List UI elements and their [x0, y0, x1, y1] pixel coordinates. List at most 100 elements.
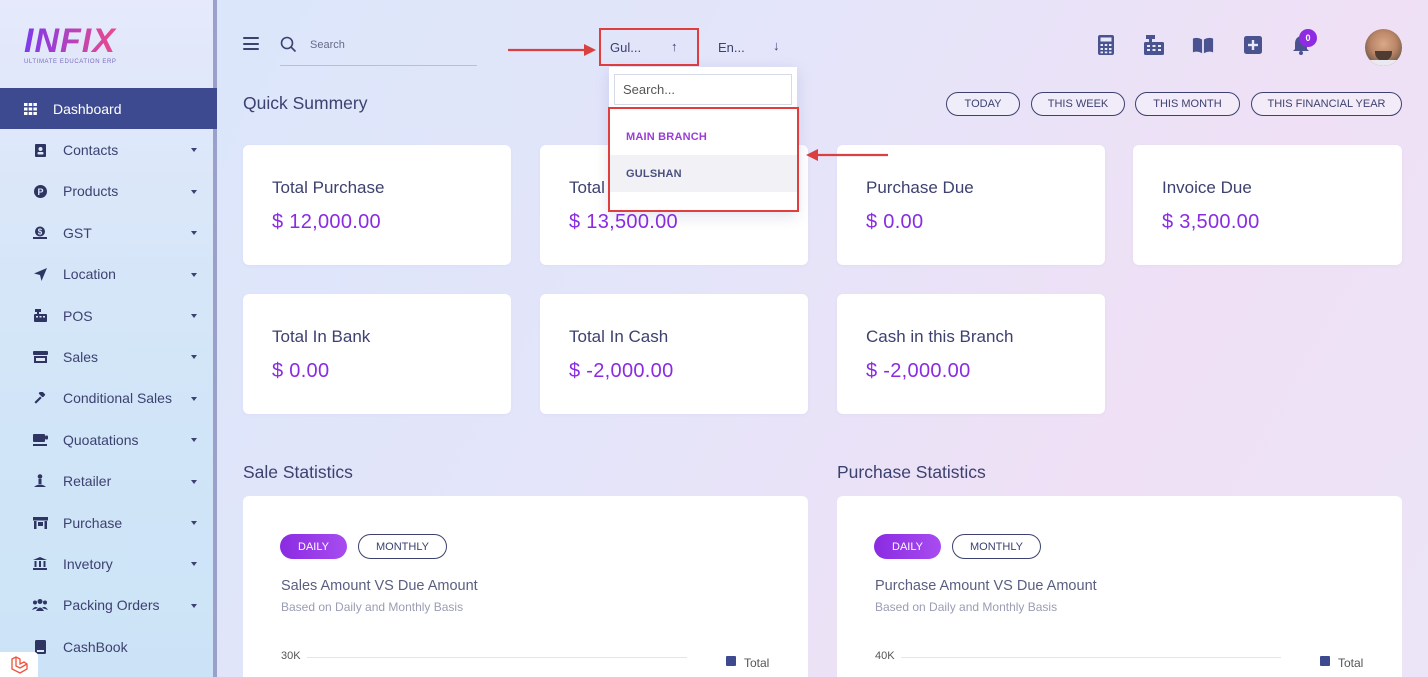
sidebar-item-label: Dashboard [53, 100, 122, 117]
sidebar-item-label: GST [63, 224, 92, 241]
cash-register-icon [32, 308, 48, 324]
summary-card-invoice-due: Invoice Due $ 3,500.00 [1133, 145, 1402, 265]
sale-monthly-tab[interactable]: MONTHLY [358, 534, 447, 559]
menu-toggle-icon[interactable] [243, 37, 259, 50]
sidebar-item-contacts[interactable]: Contacts [0, 129, 217, 170]
grid-icon [22, 101, 38, 117]
avatar[interactable] [1365, 29, 1402, 66]
branch-option-gulshan[interactable]: GULSHAN [610, 155, 797, 192]
annotation-arrow-left [806, 149, 888, 161]
branch-option-main[interactable]: MAIN BRANCH [610, 118, 797, 155]
shop-icon [32, 515, 48, 531]
card-value: $ 0.00 [272, 360, 330, 382]
card-label: Purchase Due [866, 178, 974, 197]
card-value: $ 0.00 [866, 211, 924, 233]
logo-text: INFIX [24, 24, 204, 58]
sidebar-item-label: Quoatations [63, 431, 139, 448]
logo[interactable]: INFIX ULTIMATE EDUCATION ERP [24, 24, 204, 70]
sidebar-item-label: Contacts [63, 142, 119, 159]
sidebar-item-packing-orders[interactable]: Packing Orders [0, 585, 217, 626]
chart-subtitle: Based on Daily and Monthly Basis [281, 600, 464, 614]
store-icon [32, 349, 48, 365]
purchase-daily-tab[interactable]: DAILY [874, 534, 941, 559]
sidebar-item-label: Location [63, 266, 116, 283]
branch-dropdown: MAIN BRANCH GULSHAN [608, 67, 799, 212]
sidebar-item-pos[interactable]: POS [0, 295, 217, 336]
sidebar-item-label: Retailer [63, 473, 112, 490]
arrow-down-icon: ↓ [773, 38, 780, 53]
sidebar-item-label: Invetory [63, 555, 113, 572]
search-input[interactable] [310, 36, 470, 54]
filter-this-month-button[interactable]: THIS MONTH [1135, 92, 1240, 116]
notification-badge: 0 [1299, 29, 1317, 47]
sidebar-item-gst[interactable]: $ GST [0, 212, 217, 253]
chevron-down-icon [191, 562, 197, 567]
chevron-down-icon [191, 438, 197, 443]
legend-label[interactable]: Total [1338, 656, 1363, 670]
add-square-icon[interactable] [1242, 34, 1264, 56]
card-label: Total Purchase [272, 178, 385, 197]
sidebar-item-location[interactable]: Location [0, 254, 217, 295]
legend-swatch [726, 656, 736, 666]
chevron-down-icon [191, 148, 197, 153]
sidebar-item-label: CashBook [63, 638, 128, 655]
gridline [307, 657, 687, 658]
page-title: Quick Summery [243, 93, 368, 113]
y-axis-tick: 30K [281, 650, 301, 662]
bank-icon [32, 556, 48, 572]
chart-subtitle: Based on Daily and Monthly Basis [875, 600, 1058, 614]
cash-register-icon[interactable] [1143, 34, 1165, 56]
branch-option-list: MAIN BRANCH GULSHAN [608, 107, 799, 212]
laravel-debug-icon[interactable] [0, 652, 38, 677]
chart-title: Sales Amount VS Due Amount [281, 578, 478, 594]
y-axis-tick: 40K [875, 650, 895, 662]
calculator-icon[interactable] [1095, 34, 1117, 56]
branch-select-value: Gul... [610, 39, 642, 55]
sidebar-item-retailer[interactable]: Retailer [0, 461, 217, 502]
logo-subtitle: ULTIMATE EDUCATION ERP [24, 59, 117, 65]
sidebar-item-label: Sales [63, 349, 99, 366]
card-label: Invoice Due [1162, 178, 1252, 197]
sidebar-nav: Dashboard Contacts P Products $ GST Loca… [0, 88, 217, 667]
branch-select[interactable]: Gul... ↑ [599, 28, 699, 66]
filter-today-button[interactable]: TODAY [946, 92, 1020, 116]
svg-text:P: P [37, 187, 43, 197]
search-icon [280, 36, 297, 53]
summary-card-cash-in-branch: Cash in this Branch $ -2,000.00 [837, 294, 1105, 414]
chevron-down-icon [191, 520, 197, 525]
purchase-statistics-title: Purchase Statistics [837, 462, 986, 482]
chevron-down-icon [191, 396, 197, 401]
svg-text:$: $ [38, 228, 43, 237]
summary-card-purchase-due: Purchase Due $ 0.00 [837, 145, 1105, 265]
card-label: Total [569, 178, 605, 197]
card-value: $ -2,000.00 [866, 360, 971, 382]
coffee-icon [32, 432, 48, 448]
sale-daily-tab[interactable]: DAILY [280, 534, 347, 559]
sidebar-item-invetory[interactable]: Invetory [0, 543, 217, 584]
sidebar-item-dashboard[interactable]: Dashboard [0, 88, 217, 130]
summary-card-total-in-cash: Total In Cash $ -2,000.00 [540, 294, 808, 414]
users-icon [32, 597, 48, 613]
sidebar-item-purchase[interactable]: Purchase [0, 502, 217, 543]
tax-icon: $ [32, 225, 48, 241]
location-arrow-icon [32, 266, 48, 282]
sidebar-item-quoatations[interactable]: Quoatations [0, 419, 217, 460]
arrow-up-icon: ↑ [671, 39, 678, 54]
book-open-icon[interactable] [1192, 34, 1214, 56]
legend-label[interactable]: Total [744, 656, 769, 670]
filter-financial-year-button[interactable]: THIS FINANCIAL YEAR [1251, 92, 1402, 116]
sidebar-item-sales[interactable]: Sales [0, 336, 217, 377]
language-select[interactable]: En... ↓ [718, 28, 798, 66]
sidebar-item-conditional-sales[interactable]: Conditional Sales [0, 378, 217, 419]
filter-this-week-button[interactable]: THIS WEEK [1031, 92, 1125, 116]
sidebar-item-products[interactable]: P Products [0, 171, 217, 212]
gavel-icon [32, 390, 48, 406]
address-book-icon [32, 142, 48, 158]
sale-statistics-panel: DAILY MONTHLY Sales Amount VS Due Amount… [243, 496, 808, 677]
card-value: $ -2,000.00 [569, 360, 674, 382]
card-value: $ 13,500.00 [569, 211, 678, 233]
purchase-monthly-tab[interactable]: MONTHLY [952, 534, 1041, 559]
branch-search-input[interactable] [614, 74, 792, 105]
chevron-down-icon [191, 189, 197, 194]
sidebar-item-label: Conditional Sales [63, 390, 172, 407]
